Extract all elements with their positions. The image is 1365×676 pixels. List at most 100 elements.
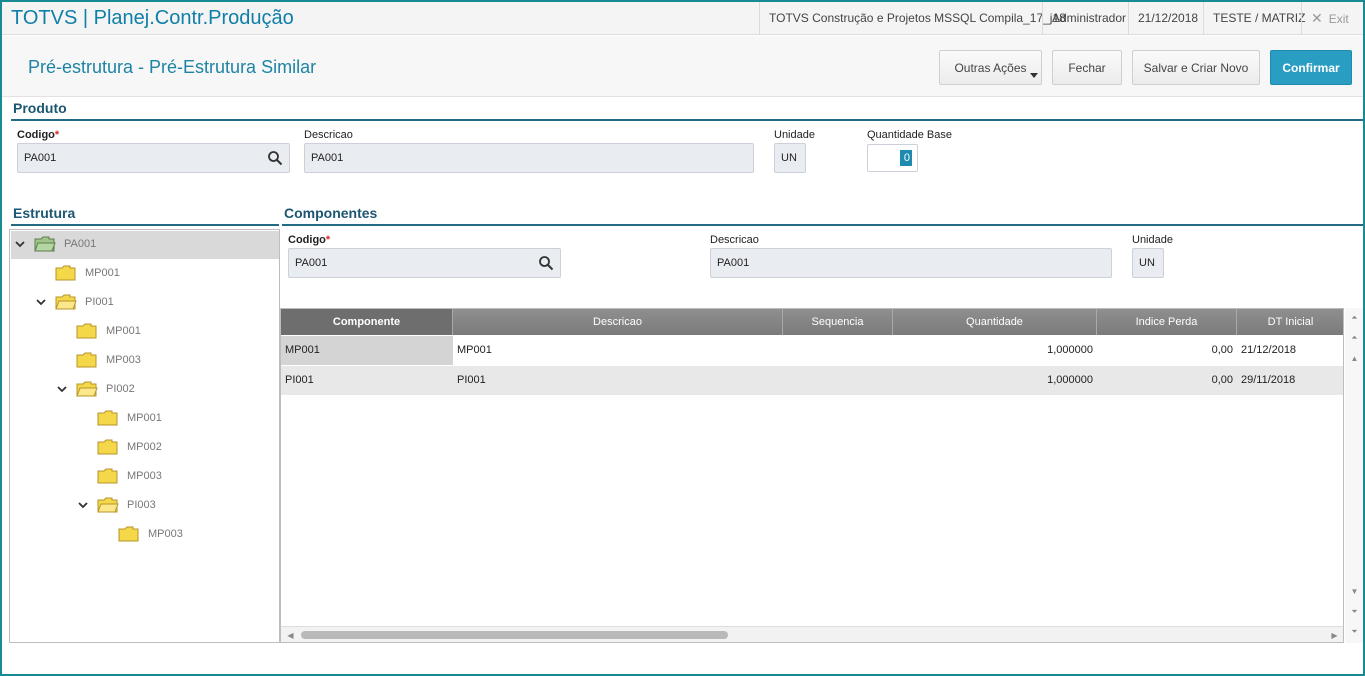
tree-node-label: MP001	[106, 325, 141, 337]
scroll-page-up-icon[interactable]: ⏶	[1348, 331, 1361, 345]
tree-node[interactable]: MP003	[76, 349, 141, 371]
cell-componente[interactable]: PI001	[281, 366, 453, 395]
componente-codigo-label: Codigo*	[288, 234, 331, 246]
vertical-scrollbar[interactable]: ⏶ ⏶ ▲ ▼ ⏷ ⏷	[1345, 308, 1363, 643]
close-button[interactable]: Fechar	[1052, 50, 1122, 85]
tree-node-label: MP002	[127, 441, 162, 453]
cell-indice-perda[interactable]: 0,00	[1097, 366, 1237, 395]
page-title: Pré-estrutura - Pré-Estrutura Similar	[28, 57, 317, 77]
page-header: Pré-estrutura - Pré-Estrutura Similar Ou…	[2, 36, 1363, 97]
search-icon[interactable]	[538, 255, 554, 271]
scroll-down-icon[interactable]: ▼	[1348, 584, 1361, 598]
caret-down-icon	[1030, 73, 1038, 78]
scroll-top-icon[interactable]: ⏶	[1348, 311, 1361, 325]
folder-icon	[76, 323, 97, 339]
componente-codigo-value: PA001	[295, 257, 328, 269]
componentes-divider	[282, 224, 1363, 226]
folder-open-icon	[34, 236, 56, 252]
cell-componente[interactable]: MP001	[281, 336, 453, 365]
grid-header: Componente Descricao Sequencia Quantidad…	[281, 309, 1343, 335]
exit-button[interactable]: ✕ Exit	[1301, 2, 1363, 35]
cell-dt-inicial[interactable]: 29/11/2018	[1237, 366, 1343, 395]
environment-info: TOTVS Construção e Projetos MSSQL Compil…	[759, 2, 1075, 35]
folder-icon	[76, 352, 97, 368]
tree-node[interactable]: MP002	[97, 436, 162, 458]
estrutura-section-title: Estrutura	[13, 205, 76, 221]
cell-descricao[interactable]: PI001	[453, 366, 783, 395]
tree-node[interactable]: MP001	[76, 320, 141, 342]
save-and-new-button[interactable]: Salvar e Criar Novo	[1132, 50, 1260, 85]
produto-section-title: Produto	[13, 100, 67, 116]
column-header-sequencia[interactable]: Sequencia	[783, 309, 893, 335]
folder-open-icon	[76, 381, 98, 397]
componente-descricao-label: Descricao	[710, 234, 759, 246]
tree-node-label: PI003	[127, 499, 156, 511]
produto-codigo-label: Codigo*	[17, 129, 60, 141]
produto-descricao-input[interactable]: PA001	[304, 143, 754, 173]
cell-descricao[interactable]: MP001	[453, 336, 783, 365]
produto-codigo-input[interactable]: PA001	[17, 143, 290, 173]
componentes-grid: Componente Descricao Sequencia Quantidad…	[280, 308, 1344, 643]
confirm-button[interactable]: Confirmar	[1270, 50, 1352, 85]
horizontal-scrollbar[interactable]: ◀ ▶	[281, 626, 1343, 642]
scroll-bottom-icon[interactable]: ⏷	[1348, 625, 1361, 639]
search-icon[interactable]	[267, 150, 283, 166]
application-window: TOTVS | Planej.Contr.Produção TOTVS Cons…	[0, 0, 1365, 676]
tree-node-label: PI002	[106, 383, 135, 395]
cell-quantidade[interactable]: 1,000000	[893, 336, 1097, 365]
chevron-down-icon[interactable]	[56, 383, 68, 395]
tree-node-label: MP003	[127, 470, 162, 482]
column-header-quantidade[interactable]: Quantidade	[893, 309, 1097, 335]
cell-sequencia[interactable]	[783, 336, 893, 365]
cell-quantidade[interactable]: 1,000000	[893, 366, 1097, 395]
chevron-down-icon[interactable]	[14, 238, 26, 250]
other-actions-button[interactable]: Outras Ações	[939, 50, 1042, 85]
column-header-indice-perda[interactable]: Indice Perda	[1097, 309, 1237, 335]
column-header-dt-inicial[interactable]: DT Inicial	[1237, 309, 1343, 335]
company-info: TESTE / MATRIZ	[1203, 2, 1314, 35]
tree-node-label: MP003	[148, 528, 183, 540]
componente-unidade-input[interactable]: UN	[1132, 248, 1164, 278]
quantidade-base-input[interactable]: 0	[867, 144, 918, 172]
folder-icon	[97, 410, 118, 426]
folder-icon	[97, 468, 118, 484]
exit-label: Exit	[1328, 12, 1349, 26]
structure-tree: PA001 MP001 PI001 MP001 MP003 PI002 MP001 MP002…	[9, 229, 280, 643]
tree-node[interactable]: PI003	[78, 494, 156, 516]
date-info: 21/12/2018	[1128, 2, 1207, 35]
componente-descricao-input[interactable]: PA001	[710, 248, 1112, 278]
chevron-down-icon[interactable]	[77, 499, 89, 511]
tree-node[interactable]: PA001	[15, 233, 97, 255]
scroll-left-icon[interactable]: ◀	[284, 628, 297, 642]
produto-unidade-input[interactable]: UN	[774, 143, 806, 173]
column-header-componente[interactable]: Componente	[281, 309, 453, 335]
estrutura-divider	[11, 224, 279, 226]
tree-node-label: MP001	[85, 267, 120, 279]
cell-sequencia[interactable]	[783, 366, 893, 395]
quantidade-base-label: Quantidade Base	[867, 129, 953, 141]
close-icon: ✕	[1311, 10, 1323, 26]
tree-node[interactable]: MP003	[118, 523, 183, 545]
tree-node[interactable]: PI001	[36, 291, 114, 313]
cell-dt-inicial[interactable]: 21/12/2018	[1237, 336, 1343, 365]
componente-codigo-input[interactable]: PA001	[288, 248, 561, 278]
column-header-descricao[interactable]: Descricao	[453, 309, 783, 335]
tree-node-label: PI001	[85, 296, 114, 308]
table-row[interactable]: MP001 MP001 1,000000 0,00 21/12/2018	[281, 336, 1343, 365]
produto-unidade-label: Unidade	[774, 129, 815, 141]
produto-divider	[11, 119, 1363, 121]
scroll-right-icon[interactable]: ▶	[1328, 628, 1341, 642]
tree-node[interactable]: MP001	[97, 407, 162, 429]
produto-codigo-value: PA001	[24, 152, 57, 164]
scroll-page-down-icon[interactable]: ⏷	[1348, 605, 1361, 619]
tree-node-label: PA001	[64, 238, 97, 250]
componente-unidade-label: Unidade	[1132, 234, 1173, 246]
table-row[interactable]: PI001 PI001 1,000000 0,00 29/11/2018	[281, 366, 1343, 395]
chevron-down-icon[interactable]	[35, 296, 47, 308]
cell-indice-perda[interactable]: 0,00	[1097, 336, 1237, 365]
tree-node[interactable]: PI002	[57, 378, 135, 400]
scroll-up-icon[interactable]: ▲	[1348, 351, 1361, 365]
horizontal-scroll-thumb[interactable]	[301, 631, 728, 639]
tree-node[interactable]: MP001	[55, 262, 120, 284]
tree-node[interactable]: MP003	[97, 465, 162, 487]
